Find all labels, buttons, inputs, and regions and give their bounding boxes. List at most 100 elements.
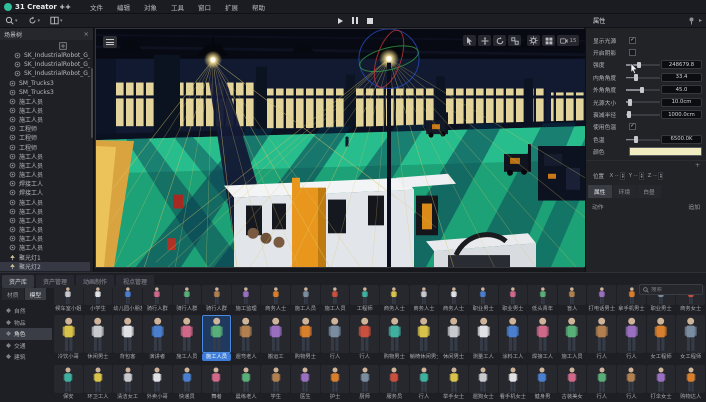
asset-subtab[interactable]: 材质: [2, 288, 24, 300]
tree-item[interactable]: SK_IndustrialRobot_G_I...: [0, 69, 90, 78]
tree-item[interactable]: 施工人员: [0, 225, 90, 234]
asset-item[interactable]: 商务人士: [261, 285, 290, 313]
asset-item[interactable]: 涂料工人: [499, 315, 528, 361]
grid-view-button[interactable]: [542, 35, 555, 46]
move-tool-button[interactable]: [478, 35, 491, 46]
scene-tree-scrollbar[interactable]: [91, 68, 93, 138]
search-input[interactable]: [651, 287, 697, 293]
select-pointer-button[interactable]: [463, 35, 476, 46]
asset-item[interactable]: 舞者: [202, 365, 231, 401]
tree-item[interactable]: 施工人员: [0, 161, 90, 170]
value-field[interactable]: 1000.0cm: [661, 110, 702, 119]
asset-item[interactable]: 骑行人群: [143, 285, 172, 313]
asset-item[interactable]: 清洁女工: [113, 365, 142, 401]
asset-item[interactable]: 打电话男士: [587, 285, 616, 313]
slider[interactable]: [626, 111, 660, 119]
asset-item[interactable]: 保安: [54, 365, 83, 401]
asset-item[interactable]: 演讲者: [143, 315, 172, 361]
asset-item[interactable]: 外卖小哥: [143, 365, 172, 401]
viewport-menu-button[interactable]: [103, 36, 117, 48]
asset-item[interactable]: 古装美女: [558, 365, 587, 401]
asset-item[interactable]: 小学生: [84, 285, 113, 313]
spinner-control[interactable]: ▲▼: [620, 172, 625, 180]
menu-item[interactable]: 窗口: [191, 2, 218, 12]
asset-item[interactable]: 骑行人群: [173, 285, 202, 313]
asset-item[interactable]: 低头青年: [528, 285, 557, 313]
asset-category[interactable]: 自然: [0, 305, 52, 317]
section-toggle-icon[interactable]: +: [695, 162, 700, 169]
asset-item[interactable]: 施工人员: [558, 315, 587, 361]
asset-item[interactable]: 行人: [321, 315, 350, 361]
asset-item[interactable]: 施工人员: [173, 315, 202, 361]
tree-item[interactable]: 施工人员: [0, 207, 90, 216]
asset-item[interactable]: 商务人士: [410, 285, 439, 313]
menu-item[interactable]: 编辑: [110, 2, 137, 12]
camera-fps-indicator[interactable]: 15: [557, 35, 579, 46]
asset-item[interactable]: 施工监理: [232, 285, 261, 313]
tree-item[interactable]: 施工人员: [0, 97, 90, 106]
slider[interactable]: [626, 98, 660, 106]
asset-item[interactable]: 骑行人群: [202, 285, 231, 313]
checkbox[interactable]: ✓: [629, 123, 636, 130]
tree-item[interactable]: 工程师: [0, 133, 90, 142]
checkbox[interactable]: ✓: [629, 37, 636, 44]
value-field[interactable]: 10.0cm: [661, 98, 702, 107]
asset-item[interactable]: 厨师: [350, 365, 379, 401]
asset-item[interactable]: 行人: [617, 365, 646, 401]
viewport-layout-tool-button[interactable]: ▾: [48, 15, 65, 26]
checkbox[interactable]: [629, 49, 636, 56]
asset-item[interactable]: 职业男士: [499, 285, 528, 313]
tree-item[interactable]: SK_IndustrialRobot_G_I...: [0, 60, 90, 69]
asset-item[interactable]: 晨练老人: [232, 365, 261, 401]
value-field[interactable]: 45.0: [661, 85, 702, 94]
tree-item[interactable]: 焊接工人: [0, 188, 90, 197]
spinner-control[interactable]: ▲▼: [658, 172, 663, 180]
add-collapse-icon[interactable]: [59, 42, 67, 50]
asset-item[interactable]: 休闲男士: [84, 315, 113, 361]
tree-item[interactable]: 施工人员: [0, 216, 90, 225]
append-button[interactable]: 追加: [688, 202, 700, 211]
tree-item[interactable]: SM_Trucks3: [0, 78, 90, 87]
axis-value[interactable]: --: [615, 173, 619, 179]
asset-item[interactable]: 女工程师: [676, 315, 705, 361]
asset-item[interactable]: 施工人员: [202, 315, 231, 361]
asset-category[interactable]: 交通: [0, 340, 52, 352]
tree-item[interactable]: 焊接工人: [0, 179, 90, 188]
asset-item[interactable]: 候车室小姐: [54, 285, 83, 313]
tree-item[interactable]: 施工人员: [0, 234, 90, 243]
asset-item[interactable]: 职业男士: [469, 285, 498, 313]
asset-item[interactable]: 行人: [587, 315, 616, 361]
viewport-3d[interactable]: 15: [95, 28, 584, 268]
asset-item[interactable]: 服务员: [380, 365, 409, 401]
asset-item[interactable]: 行人: [587, 365, 616, 401]
axis-value[interactable]: --: [634, 173, 638, 179]
menu-item[interactable]: 文件: [83, 2, 110, 12]
asset-item[interactable]: 购物男士: [291, 315, 320, 361]
asset-item[interactable]: 举手女士: [439, 365, 468, 401]
slider[interactable]: [626, 73, 660, 81]
axis-value[interactable]: --: [653, 173, 657, 179]
asset-item[interactable]: 施工人员: [321, 285, 350, 313]
asset-item[interactable]: 行人: [410, 365, 439, 401]
asset-item[interactable]: 女工程师: [647, 315, 676, 361]
settings-gear-button[interactable]: [527, 35, 540, 46]
tree-item[interactable]: 施工人员: [0, 198, 90, 207]
spinner-control[interactable]: ▲▼: [639, 172, 644, 180]
asset-item[interactable]: 商务人士: [380, 285, 409, 313]
tree-item[interactable]: 工程师: [0, 143, 90, 152]
tree-item[interactable]: 工程师: [0, 124, 90, 133]
asset-item[interactable]: 搬运工: [261, 315, 290, 361]
asset-category[interactable]: 物品: [0, 317, 52, 329]
magnifier-tool-button[interactable]: ▾: [3, 15, 20, 26]
tree-item[interactable]: SM_Trucks3: [0, 88, 90, 97]
asset-item[interactable]: 快递员: [173, 365, 202, 401]
slider[interactable]: [626, 135, 660, 143]
tree-item[interactable]: 施工人员: [0, 243, 90, 252]
asset-item[interactable]: 行人: [617, 315, 646, 361]
properties-tab[interactable]: 白昼: [637, 185, 661, 198]
tree-item[interactable]: 施工人员: [0, 106, 90, 115]
asset-item[interactable]: 商务人士: [439, 285, 468, 313]
snap-rotate-tool-button[interactable]: ▾: [26, 15, 43, 26]
asset-category[interactable]: 建筑: [0, 351, 52, 363]
value-field[interactable]: 33.4: [661, 73, 702, 82]
